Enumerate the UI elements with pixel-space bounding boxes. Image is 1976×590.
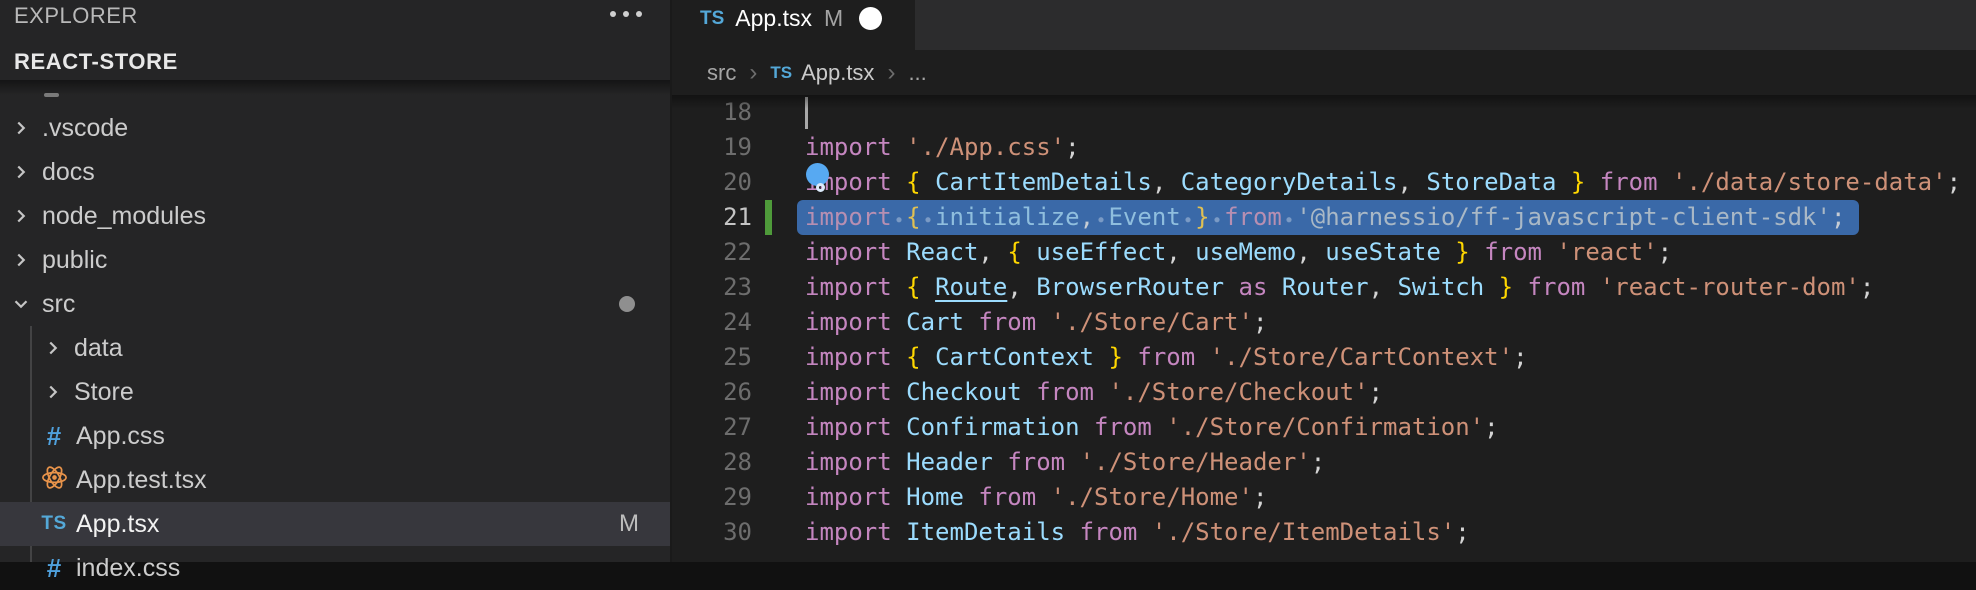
scrolled-item-sliver — [44, 93, 59, 97]
chevron-right-icon[interactable] — [8, 159, 34, 185]
chevron-right-icon[interactable] — [40, 335, 66, 361]
tree-item-label: src — [42, 290, 75, 319]
code-line-21[interactable]: 21 import { initialize, Event } from '@ha… — [672, 200, 1976, 235]
git-added-gutter-bar — [765, 200, 772, 235]
code-line-24[interactable]: 24 import Cart from './Store/Cart'; — [672, 305, 1976, 340]
code-area[interactable]: 1819 import './App.css'; 20 import { CartIt… — [672, 0, 1976, 562]
tree-item-label: Store — [74, 378, 134, 407]
tree-item-app-test-tsx[interactable]: App.test.tsx — [0, 458, 670, 502]
scroll-shadow — [0, 80, 670, 95]
text-cursor — [805, 97, 808, 129]
tree-item-label: App.tsx — [76, 510, 159, 539]
code-text: import { CartContext } from './Store/Car… — [805, 340, 1528, 375]
tree-item--vscode[interactable]: .vscode — [0, 106, 670, 150]
explorer-title: EXPLORER — [14, 3, 138, 29]
code-text: import { Route, BrowserRouter as Router,… — [805, 270, 1874, 305]
more-actions-icon[interactable] — [610, 11, 642, 17]
line-number: 26 — [672, 375, 752, 410]
code-text: import Confirmation from './Store/Confir… — [805, 410, 1499, 445]
code-line-18[interactable]: 18 — [672, 95, 1976, 130]
project-section-header[interactable]: REACT-STORE — [0, 44, 670, 80]
line-number: 22 — [672, 235, 752, 270]
line-number: 19 — [672, 130, 752, 165]
line-number: 28 — [672, 445, 752, 480]
editor-group: TS App.tsx M src › TS App.tsx › ... 1819… — [672, 0, 1976, 562]
line-number: 23 — [672, 270, 752, 305]
chevron-right-icon[interactable] — [8, 247, 34, 273]
code-text: import { initialize, Event } from '@harn… — [805, 200, 1845, 235]
code-text: import React, { useEffect, useMemo, useS… — [805, 235, 1672, 270]
code-text: import ItemDetails from './Store/ItemDet… — [805, 515, 1470, 550]
code-text: import Header from './Store/Header'; — [805, 445, 1325, 480]
code-line-25[interactable]: 25 import { CartContext } from './Store/C… — [672, 340, 1976, 375]
chevron-down-icon[interactable] — [8, 291, 34, 317]
line-number: 20 — [672, 165, 752, 200]
explorer-header: EXPLORER — [0, 0, 670, 32]
explorer-sidebar: EXPLORER REACT-STORE .vscode docs node_mod… — [0, 0, 672, 562]
code-line-23[interactable]: 23 import { Route, BrowserRouter as Route… — [672, 270, 1976, 305]
line-number: 30 — [672, 515, 752, 550]
chevron-right-icon[interactable] — [40, 379, 66, 405]
file-tree: .vscode docs node_modulespublic src data Stor… — [0, 106, 670, 590]
css-icon: # — [40, 553, 68, 584]
ts-icon: TS — [40, 513, 68, 535]
tree-item-label: public — [42, 246, 107, 275]
tree-item-app-tsx[interactable]: TS App.tsx M — [0, 502, 670, 546]
tree-item-node-modules[interactable]: node_modules — [0, 194, 670, 238]
code-line-27[interactable]: 27 import Confirmation from './Store/Conf… — [672, 410, 1976, 445]
react-icon — [40, 464, 68, 496]
code-line-30[interactable]: 30 import ItemDetails from './Store/ItemD… — [672, 515, 1976, 550]
tree-item-docs[interactable]: docs — [0, 150, 670, 194]
line-number: 18 — [672, 95, 752, 130]
code-text: import './App.css'; — [805, 130, 1080, 165]
code-line-29[interactable]: 29 import Home from './Store/Home'; — [672, 480, 1976, 515]
remote-cursor-ring-icon — [816, 183, 825, 192]
code-line-20[interactable]: 20 import { CartItemDetails, CategoryDeta… — [672, 165, 1976, 200]
chevron-right-icon[interactable] — [8, 115, 34, 141]
code-text: import { CartItemDetails, CategoryDetail… — [805, 165, 1961, 200]
tree-item-data[interactable]: data — [0, 326, 670, 370]
tree-item-app-css[interactable]: # App.css — [0, 414, 670, 458]
code-line-19[interactable]: 19 import './App.css'; — [672, 130, 1976, 165]
code-text: import Home from './Store/Home'; — [805, 480, 1267, 515]
git-modified-badge: M — [619, 510, 639, 538]
code-line-26[interactable]: 26 import Checkout from './Store/Checkout… — [672, 375, 1976, 410]
tree-item-label: .vscode — [42, 114, 128, 143]
tree-item-label: docs — [42, 158, 95, 187]
code-text: import Cart from './Store/Cart'; — [805, 305, 1267, 340]
line-number: 24 — [672, 305, 752, 340]
tree-item-index-css[interactable]: # index.css — [0, 546, 670, 590]
code-line-28[interactable]: 28 import Header from './Store/Header'; — [672, 445, 1976, 480]
code-line-22[interactable]: 22 import React, { useEffect, useMemo, us… — [672, 235, 1976, 270]
line-number: 25 — [672, 340, 752, 375]
project-name: REACT-STORE — [14, 49, 178, 75]
line-number: 29 — [672, 480, 752, 515]
chevron-right-icon[interactable] — [8, 203, 34, 229]
tree-item-src[interactable]: src — [0, 282, 670, 326]
tree-item-label: index.css — [76, 554, 180, 583]
tree-item-label: data — [74, 334, 123, 363]
tree-item-store[interactable]: Store — [0, 370, 670, 414]
tree-item-public[interactable]: public — [0, 238, 670, 282]
modified-dot-badge — [619, 296, 635, 312]
code-text: import Checkout from './Store/Checkout'; — [805, 375, 1383, 410]
css-icon: # — [40, 421, 68, 452]
tree-item-label: App.test.tsx — [76, 466, 207, 495]
tree-item-label: App.css — [76, 422, 165, 451]
tree-item-label: node_modules — [42, 202, 206, 231]
line-number: 21 — [672, 200, 752, 235]
line-number: 27 — [672, 410, 752, 445]
